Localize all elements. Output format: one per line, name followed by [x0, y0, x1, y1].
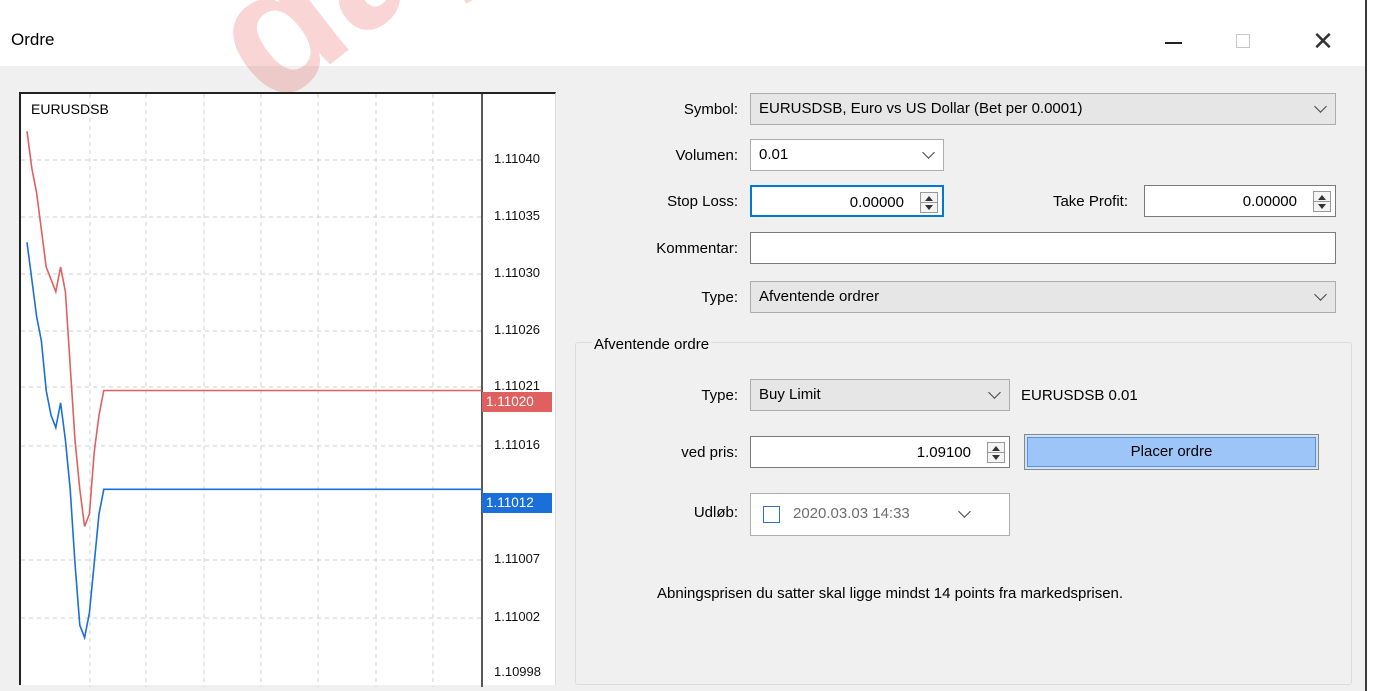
pending-type-value: Buy Limit — [759, 386, 821, 403]
expiry-checkbox[interactable] — [763, 506, 780, 523]
arrow-up-icon — [1318, 195, 1326, 200]
price-input[interactable]: 1.09100 — [750, 436, 1010, 468]
ask-price-tag: 1.11020 — [482, 392, 552, 412]
y-tick-label: 1.11030 — [494, 265, 541, 280]
takeprofit-spinner[interactable] — [1313, 191, 1331, 212]
expiry-label: Udløb: — [693, 504, 738, 521]
expiry-datetime-picker[interactable]: 2020.03.03 14:33 — [750, 493, 1010, 536]
price-label: ved pris: — [681, 444, 738, 461]
y-tick-label: 1.11035 — [494, 208, 541, 223]
window-border — [1365, 0, 1367, 691]
close-icon: ✕ — [1312, 25, 1334, 56]
pending-order-group-title: Afventende ordre — [592, 336, 712, 353]
chart-canvas — [21, 94, 483, 687]
chevron-down-icon[interactable] — [958, 505, 971, 518]
pending-type-label: Type: — [701, 387, 738, 404]
y-tick-label: 1.10998 — [494, 664, 541, 679]
minimize-button[interactable] — [1150, 18, 1196, 64]
stoploss-label: Stop Loss: — [667, 193, 738, 210]
chevron-down-icon — [1314, 288, 1327, 301]
arrow-down-icon — [925, 205, 933, 210]
price-distance-note: Abningsprisen du satter skal ligge minds… — [657, 585, 1124, 602]
window-title: Ordre — [11, 30, 55, 49]
price-spinner[interactable] — [987, 442, 1005, 463]
arrow-down-icon — [992, 455, 1000, 460]
stoploss-spinner[interactable] — [920, 192, 938, 213]
place-order-button[interactable]: Placer ordre — [1024, 434, 1319, 470]
ask-price-line — [26, 130, 482, 527]
order-type-value: Afventende ordrer — [759, 288, 880, 305]
stoploss-input[interactable]: 0.00000 — [750, 185, 944, 217]
order-type-select[interactable]: Afventende ordrer — [750, 281, 1336, 313]
stoploss-value: 0.00000 — [849, 194, 904, 211]
y-tick-label: 1.11007 — [494, 551, 541, 566]
arrow-down-icon — [1318, 204, 1326, 209]
expiry-value: 2020.03.03 14:33 — [793, 505, 910, 522]
chevron-down-icon — [988, 386, 1001, 399]
price-chart: EURUSDSB 1.11040 1.11035 1.11030 1.11026… — [19, 92, 556, 687]
bid-price-tag: 1.11012 — [482, 493, 552, 513]
volume-select[interactable]: 0.01 — [750, 139, 944, 171]
place-order-label: Placer ordre — [1027, 437, 1316, 467]
y-tick-label: 1.11002 — [494, 609, 541, 624]
chevron-down-icon — [1314, 100, 1327, 113]
takeprofit-value: 0.00000 — [1242, 193, 1297, 210]
arrow-up-icon — [992, 446, 1000, 451]
title-bar: Ordre ✕ — [0, 0, 1365, 66]
symbol-label: Symbol: — [683, 101, 738, 118]
comment-label: Kommentar: — [656, 240, 738, 257]
y-tick-label: 1.11040 — [494, 151, 541, 166]
comment-input[interactable] — [750, 232, 1336, 264]
close-button[interactable]: ✕ — [1300, 18, 1346, 64]
price-value: 1.09100 — [916, 444, 971, 461]
maximize-icon — [1236, 34, 1250, 48]
volume-select-value: 0.01 — [759, 146, 789, 163]
pending-type-select[interactable]: Buy Limit — [750, 379, 1010, 411]
pending-summary: EURUSDSB 0.01 — [1021, 387, 1138, 404]
minimize-icon — [1164, 42, 1182, 44]
maximize-button[interactable] — [1220, 18, 1266, 64]
order-type-label: Type: — [701, 289, 738, 306]
arrow-up-icon — [925, 196, 933, 201]
symbol-select-value: EURUSDSB, Euro vs US Dollar (Bet per 0.0… — [759, 100, 1083, 117]
chevron-down-icon — [922, 146, 935, 159]
y-tick-label: 1.11016 — [494, 437, 541, 452]
y-tick-label: 1.11021 — [494, 378, 541, 393]
takeprofit-input[interactable]: 0.00000 — [1144, 185, 1336, 217]
chart-symbol-label: EURUSDSB — [31, 101, 109, 117]
y-tick-label: 1.11026 — [494, 322, 541, 337]
takeprofit-label: Take Profit: — [1052, 193, 1128, 210]
symbol-select[interactable]: EURUSDSB, Euro vs US Dollar (Bet per 0.0… — [750, 93, 1336, 125]
volume-label: Volumen: — [675, 147, 738, 164]
